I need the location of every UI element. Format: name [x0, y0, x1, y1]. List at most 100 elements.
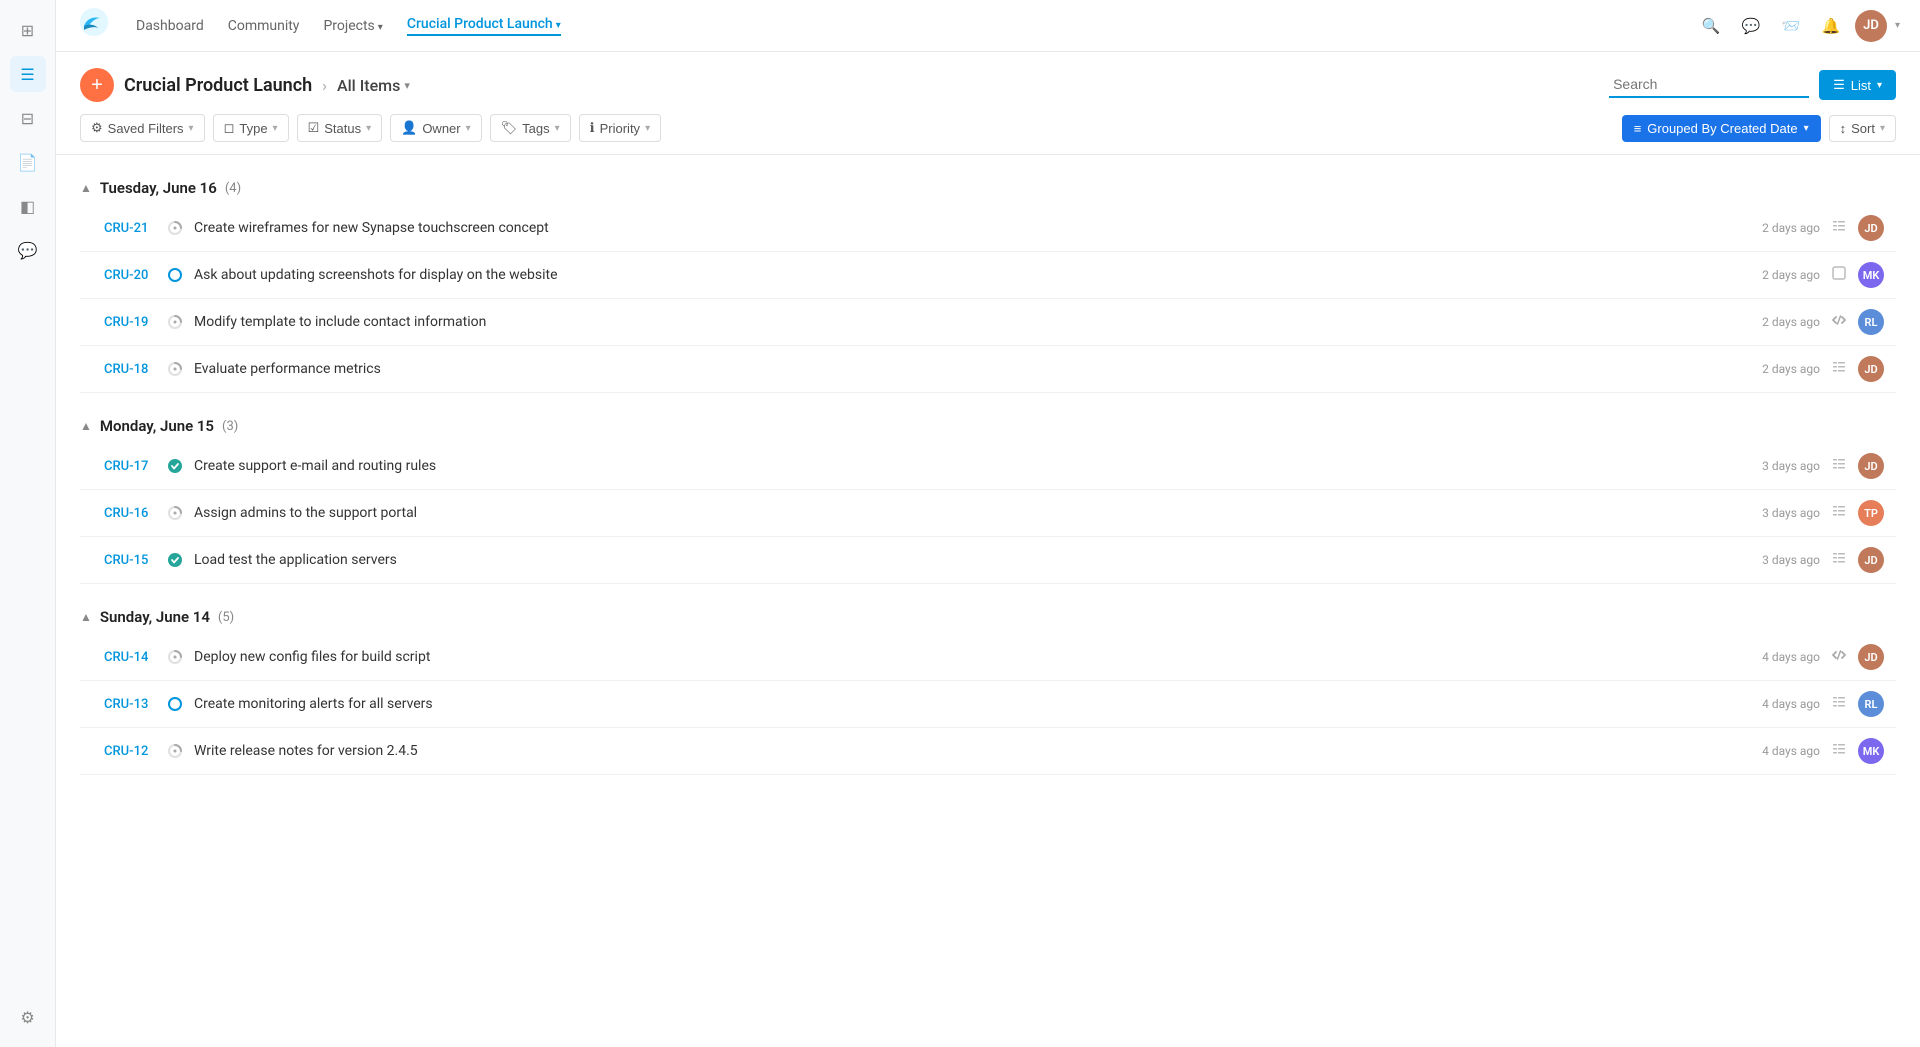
task-meta: 2 days ago JD — [1762, 356, 1884, 382]
user-avatar-nav[interactable]: JD — [1855, 10, 1887, 42]
group-title: Monday, June 15 — [100, 417, 214, 435]
group-count: (4) — [225, 181, 241, 196]
breadcrumb-separator: › — [322, 76, 327, 95]
nav-dashboard[interactable]: Dashboard — [136, 18, 204, 34]
owner-filter-button[interactable]: 👤 Owner ▾ — [390, 114, 482, 142]
task-title: Evaluate performance metrics — [194, 361, 1752, 377]
task-time: 3 days ago — [1762, 459, 1820, 473]
group-monday-june-15: ▲ Monday, June 15 (3) CRU-17 Create supp… — [80, 413, 1896, 584]
task-title: Modify template to include contact infor… — [194, 314, 1752, 330]
task-item[interactable]: CRU-17 Create support e-mail and routing… — [80, 443, 1896, 490]
task-avatar: JD — [1858, 644, 1884, 670]
task-avatar: JD — [1858, 356, 1884, 382]
task-item[interactable]: CRU-16 Assign admins to the support port… — [80, 490, 1896, 537]
task-title: Create support e-mail and routing rules — [194, 458, 1752, 474]
sidebar-icon-layers[interactable]: ◧ — [10, 188, 46, 224]
task-meta: 2 days ago JD — [1762, 215, 1884, 241]
task-item[interactable]: CRU-20 Ask about updating screenshots fo… — [80, 252, 1896, 299]
task-item[interactable]: CRU-13 Create monitoring alerts for all … — [80, 681, 1896, 728]
task-type-icon — [1832, 360, 1846, 378]
task-item[interactable]: CRU-19 Modify template to include contac… — [80, 299, 1896, 346]
avatar-chevron[interactable]: ▾ — [1895, 20, 1900, 31]
group-collapse-icon[interactable]: ▲ — [80, 610, 92, 624]
sidebar-icon-list[interactable]: ☰ — [10, 56, 46, 92]
task-avatar: JD — [1858, 453, 1884, 479]
owner-icon: 👤 — [401, 120, 417, 136]
sidebar-icon-settings[interactable]: ⚙ — [10, 999, 46, 1035]
task-type-icon — [1832, 742, 1846, 760]
list-view-button[interactable]: ☰ List ▾ — [1819, 70, 1896, 100]
task-avatar: MK — [1858, 262, 1884, 288]
saved-filters-button[interactable]: ⚙ Saved Filters ▾ — [80, 114, 205, 142]
status-filter-button[interactable]: ☑ Status ▾ — [297, 114, 383, 142]
sidebar-icon-board[interactable]: ⊟ — [10, 100, 46, 136]
task-status-icon — [166, 313, 184, 331]
task-meta: 3 days ago TP — [1762, 500, 1884, 526]
content-area: ▲ Tuesday, June 16 (4) CRU-21 Create wir… — [56, 155, 1920, 1047]
task-type-icon — [1832, 219, 1846, 237]
task-avatar: TP — [1858, 500, 1884, 526]
page-header: + Crucial Product Launch › All Items ▾ ☰… — [56, 52, 1920, 102]
task-status-icon — [166, 457, 184, 475]
sidebar-icon-home[interactable]: ⊞ — [10, 12, 46, 48]
tags-filter-button[interactable]: 🏷 Tags ▾ — [490, 114, 571, 142]
nav-projects[interactable]: Projects▾ — [323, 18, 382, 34]
task-time: 4 days ago — [1762, 697, 1820, 711]
nav-community[interactable]: Community — [228, 18, 300, 34]
group-title: Sunday, June 14 — [100, 608, 210, 626]
task-status-icon — [166, 742, 184, 760]
sidebar-icon-chat[interactable]: 💬 — [10, 232, 46, 268]
group-collapse-icon[interactable]: ▲ — [80, 181, 92, 195]
task-meta: 3 days ago JD — [1762, 453, 1884, 479]
task-type-icon — [1832, 504, 1846, 522]
task-item[interactable]: CRU-15 Load test the application servers… — [80, 537, 1896, 584]
chat-nav-icon[interactable]: 💬 — [1735, 10, 1767, 42]
task-status-icon — [166, 648, 184, 666]
task-title: Write release notes for version 2.4.5 — [194, 743, 1752, 759]
task-id: CRU-17 — [104, 459, 156, 474]
task-time: 2 days ago — [1762, 315, 1820, 329]
left-sidebar: ⊞ ☰ ⊟ 📄 ◧ 💬 ⚙ — [0, 0, 56, 1047]
nav-crucial[interactable]: Crucial Product Launch▾ — [407, 16, 561, 36]
task-id: CRU-12 — [104, 744, 156, 759]
priority-filter-button[interactable]: ℹ Priority ▾ — [579, 114, 661, 142]
task-status-icon — [166, 219, 184, 237]
group-collapse-icon[interactable]: ▲ — [80, 419, 92, 433]
type-filter-button[interactable]: ◻ Type ▾ — [213, 114, 289, 142]
task-title: Deploy new config files for build script — [194, 649, 1752, 665]
task-time: 3 days ago — [1762, 506, 1820, 520]
task-type-icon — [1832, 313, 1846, 331]
all-items-dropdown[interactable]: All Items ▾ — [337, 76, 410, 95]
task-id: CRU-13 — [104, 697, 156, 712]
task-id: CRU-21 — [104, 221, 156, 236]
sidebar-icon-pages[interactable]: 📄 — [10, 144, 46, 180]
sort-button[interactable]: ↕ Sort ▾ — [1829, 115, 1896, 142]
task-id: CRU-19 — [104, 315, 156, 330]
search-nav-icon[interactable]: 🔍 — [1695, 10, 1727, 42]
task-title: Ask about updating screenshots for displ… — [194, 267, 1752, 283]
task-item[interactable]: CRU-18 Evaluate performance metrics 2 da… — [80, 346, 1896, 393]
priority-icon: ℹ — [590, 120, 595, 136]
grouped-by-button[interactable]: ≡ Grouped By Created Date ▾ — [1622, 115, 1821, 142]
task-item[interactable]: CRU-21 Create wireframes for new Synapse… — [80, 205, 1896, 252]
message-nav-icon[interactable]: 📨 — [1775, 10, 1807, 42]
task-item[interactable]: CRU-12 Write release notes for version 2… — [80, 728, 1896, 775]
task-meta: 2 days ago MK — [1762, 262, 1884, 288]
task-status-icon — [166, 504, 184, 522]
bell-nav-icon[interactable]: 🔔 — [1815, 10, 1847, 42]
group-title: Tuesday, June 16 — [100, 179, 217, 197]
task-status-icon — [166, 266, 184, 284]
task-id: CRU-14 — [104, 650, 156, 665]
task-title: Assign admins to the support portal — [194, 505, 1752, 521]
search-input[interactable] — [1609, 72, 1809, 98]
main-area: Dashboard Community Projects▾ Crucial Pr… — [56, 0, 1920, 1047]
task-item[interactable]: CRU-14 Deploy new config files for build… — [80, 634, 1896, 681]
task-avatar: RL — [1858, 691, 1884, 717]
task-type-icon — [1832, 457, 1846, 475]
task-type-icon — [1832, 266, 1846, 284]
task-time: 2 days ago — [1762, 362, 1820, 376]
add-item-button[interactable]: + — [80, 68, 114, 102]
sort-icon: ↕ — [1840, 121, 1847, 136]
filter-icon: ⚙ — [91, 120, 103, 136]
task-meta: 4 days ago JD — [1762, 644, 1884, 670]
